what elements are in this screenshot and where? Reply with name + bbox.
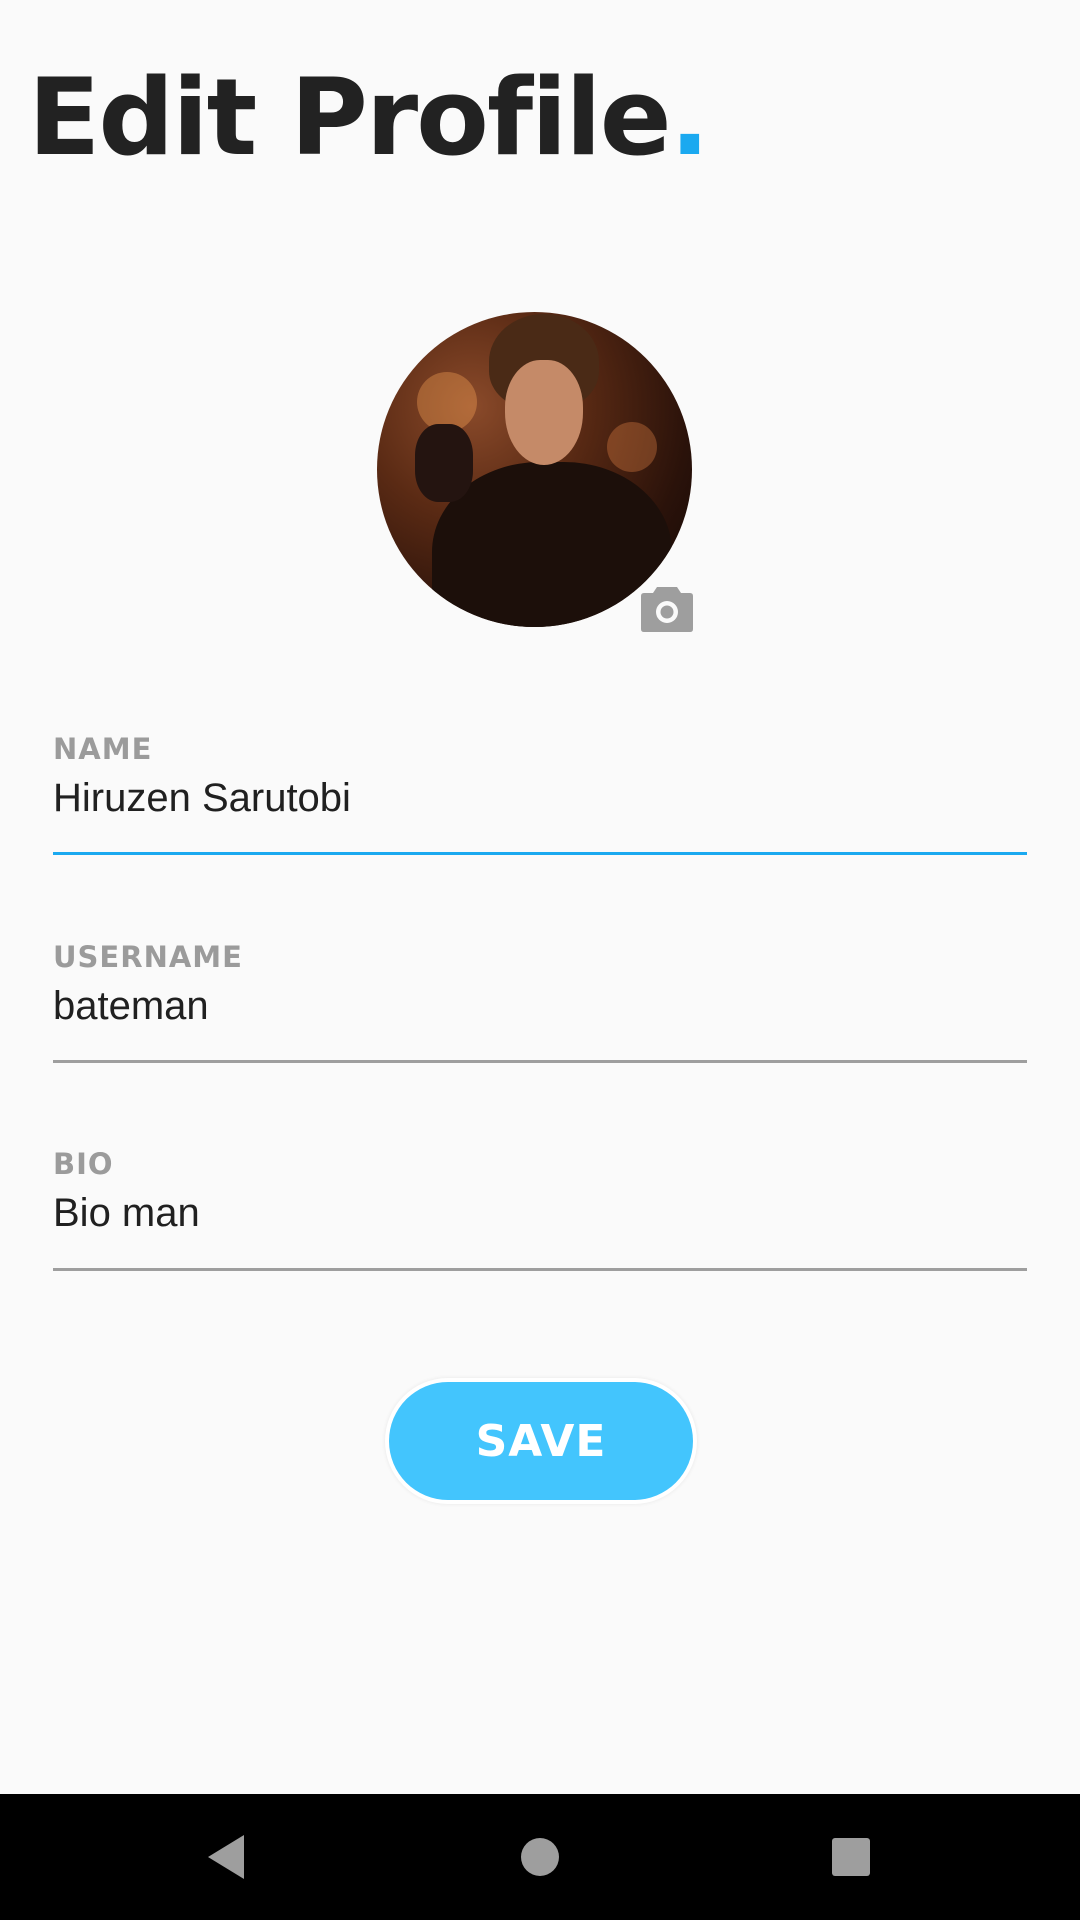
edit-profile-screen: Edit Profile. NAME USERNAME BIO [0, 0, 1080, 1920]
home-circle-icon [521, 1838, 559, 1876]
avatar-figure-hand [415, 424, 473, 502]
save-button-label: SAVE [389, 1382, 693, 1500]
avatar-figure-face [505, 360, 583, 465]
bio-input[interactable] [53, 1185, 1027, 1241]
nav-recents-button[interactable] [791, 1794, 911, 1920]
username-input[interactable] [53, 978, 1027, 1034]
save-button[interactable]: SAVE [385, 1378, 697, 1504]
system-nav-bar [0, 1794, 1080, 1920]
page-title: Edit Profile. [28, 56, 710, 180]
name-field-label: NAME [53, 732, 153, 766]
avatar[interactable] [377, 312, 692, 627]
avatar-container [377, 312, 692, 627]
recents-square-icon [832, 1838, 870, 1876]
username-field-label: USERNAME [53, 940, 243, 974]
back-triangle-icon [208, 1835, 244, 1879]
avatar-bg-light [417, 372, 477, 432]
page-title-text: Edit Profile [28, 56, 672, 179]
bio-field-underline [53, 1268, 1027, 1271]
camera-icon [641, 587, 693, 632]
username-field-underline [53, 1060, 1027, 1063]
name-field-underline [53, 852, 1027, 855]
page-title-dot: . [669, 56, 710, 179]
bio-field-label: BIO [53, 1147, 114, 1181]
name-input[interactable] [53, 770, 1027, 826]
nav-home-button[interactable] [480, 1794, 600, 1920]
avatar-bg-light [607, 422, 657, 472]
nav-back-button[interactable] [166, 1794, 286, 1920]
change-photo-button[interactable] [640, 583, 694, 633]
